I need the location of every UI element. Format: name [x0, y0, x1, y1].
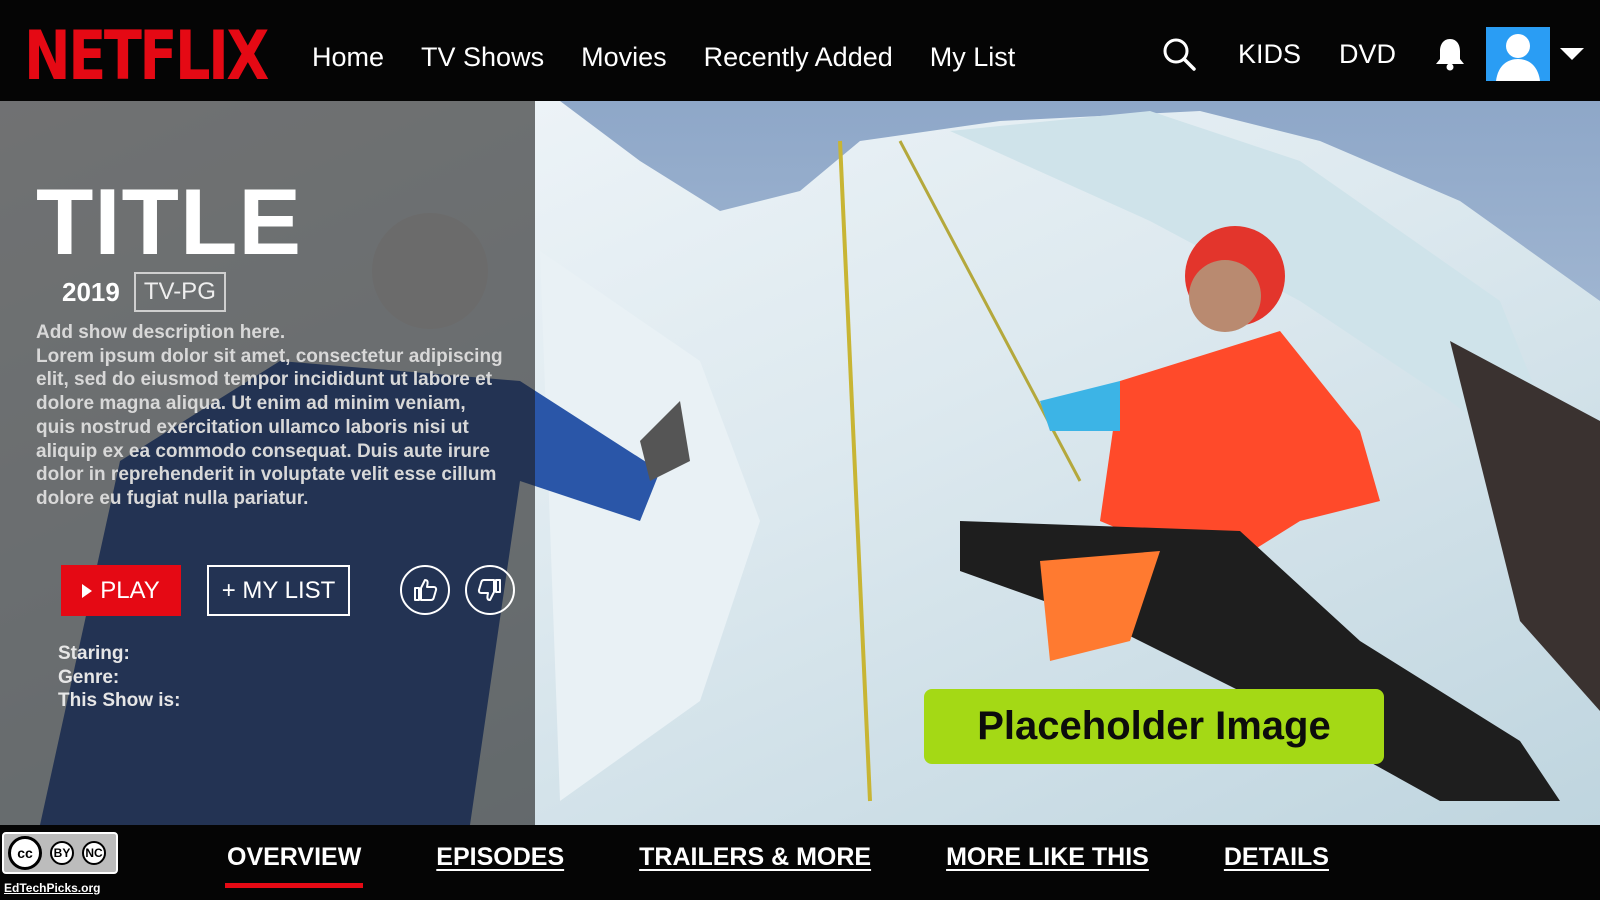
- right-nav: KIDS DVD: [1162, 26, 1584, 82]
- kids-link[interactable]: KIDS: [1238, 39, 1301, 70]
- netflix-logo[interactable]: NETFLIX: [24, 22, 320, 92]
- my-list-label: + MY LIST: [221, 576, 336, 604]
- placeholder-image-label: Placeholder Image: [924, 689, 1384, 764]
- show-year: 2019: [62, 276, 120, 307]
- staring-label: Staring:: [58, 643, 130, 664]
- chevron-down-icon[interactable]: [1560, 48, 1584, 60]
- hero-banner: TITLE 2019 TV-PG Add show description he…: [0, 101, 1600, 825]
- thumbs-down-icon: [477, 579, 501, 601]
- nav-recently-added[interactable]: Recently Added: [704, 40, 893, 74]
- cc-by-icon: BY: [50, 841, 74, 865]
- thumbs-down-button[interactable]: [465, 565, 515, 615]
- show-meta: 2019 TV-PG: [62, 272, 226, 312]
- tab-overview[interactable]: OVERVIEW: [224, 843, 364, 888]
- rating-badge: TV-PG: [133, 272, 226, 312]
- main-nav: Home TV Shows Movies Recently Added My L…: [312, 40, 1015, 74]
- avatar[interactable]: [1486, 27, 1550, 81]
- show-title: TITLE: [36, 169, 303, 274]
- play-icon: [82, 583, 93, 598]
- this-show-is-label: This Show is:: [58, 690, 181, 711]
- detail-tabs: OVERVIEW EPISODES TRAILERS & MORE MORE L…: [224, 843, 1329, 888]
- nav-tv-shows[interactable]: TV Shows: [421, 40, 544, 74]
- search-icon[interactable]: [1162, 37, 1196, 71]
- tab-trailers-and-more[interactable]: TRAILERS & MORE: [639, 843, 871, 872]
- show-description: Add show description here. Lorem ipsum d…: [36, 321, 506, 511]
- top-navigation-bar: NETFLIX Home TV Shows Movies Recently Ad…: [0, 0, 1600, 101]
- add-to-my-list-button[interactable]: + MY LIST: [207, 565, 350, 616]
- dvd-link[interactable]: DVD: [1339, 39, 1396, 70]
- cc-icon: cc: [8, 836, 42, 870]
- creative-commons-badge[interactable]: cc BY NC: [2, 832, 118, 874]
- tab-details[interactable]: DETAILS: [1224, 843, 1329, 872]
- nav-movies[interactable]: Movies: [581, 40, 667, 74]
- genre-label: Genre:: [58, 666, 120, 688]
- play-button[interactable]: PLAY: [61, 565, 181, 616]
- cc-nc-icon: NC: [82, 841, 106, 865]
- description-body: Lorem ipsum dolor sit amet, consectetur …: [36, 345, 503, 509]
- play-label: PLAY: [100, 576, 160, 604]
- description-lead: Add show description here.: [36, 322, 286, 343]
- show-details: Staring: Genre: This Show is:: [58, 642, 180, 713]
- show-info-panel: TITLE 2019 TV-PG Add show description he…: [0, 101, 535, 825]
- tab-episodes[interactable]: EPISODES: [436, 843, 564, 872]
- license-site-link[interactable]: EdTechPicks.org: [4, 881, 100, 895]
- bell-icon[interactable]: [1432, 36, 1468, 72]
- nav-my-list[interactable]: My List: [930, 40, 1016, 74]
- thumbs-up-button[interactable]: [400, 565, 450, 615]
- nav-home[interactable]: Home: [312, 40, 384, 74]
- tab-more-like-this[interactable]: MORE LIKE THIS: [946, 843, 1149, 872]
- bottom-tab-bar: cc BY NC EdTechPicks.org OVERVIEW EPISOD…: [0, 825, 1600, 900]
- thumbs-up-icon: [414, 579, 438, 601]
